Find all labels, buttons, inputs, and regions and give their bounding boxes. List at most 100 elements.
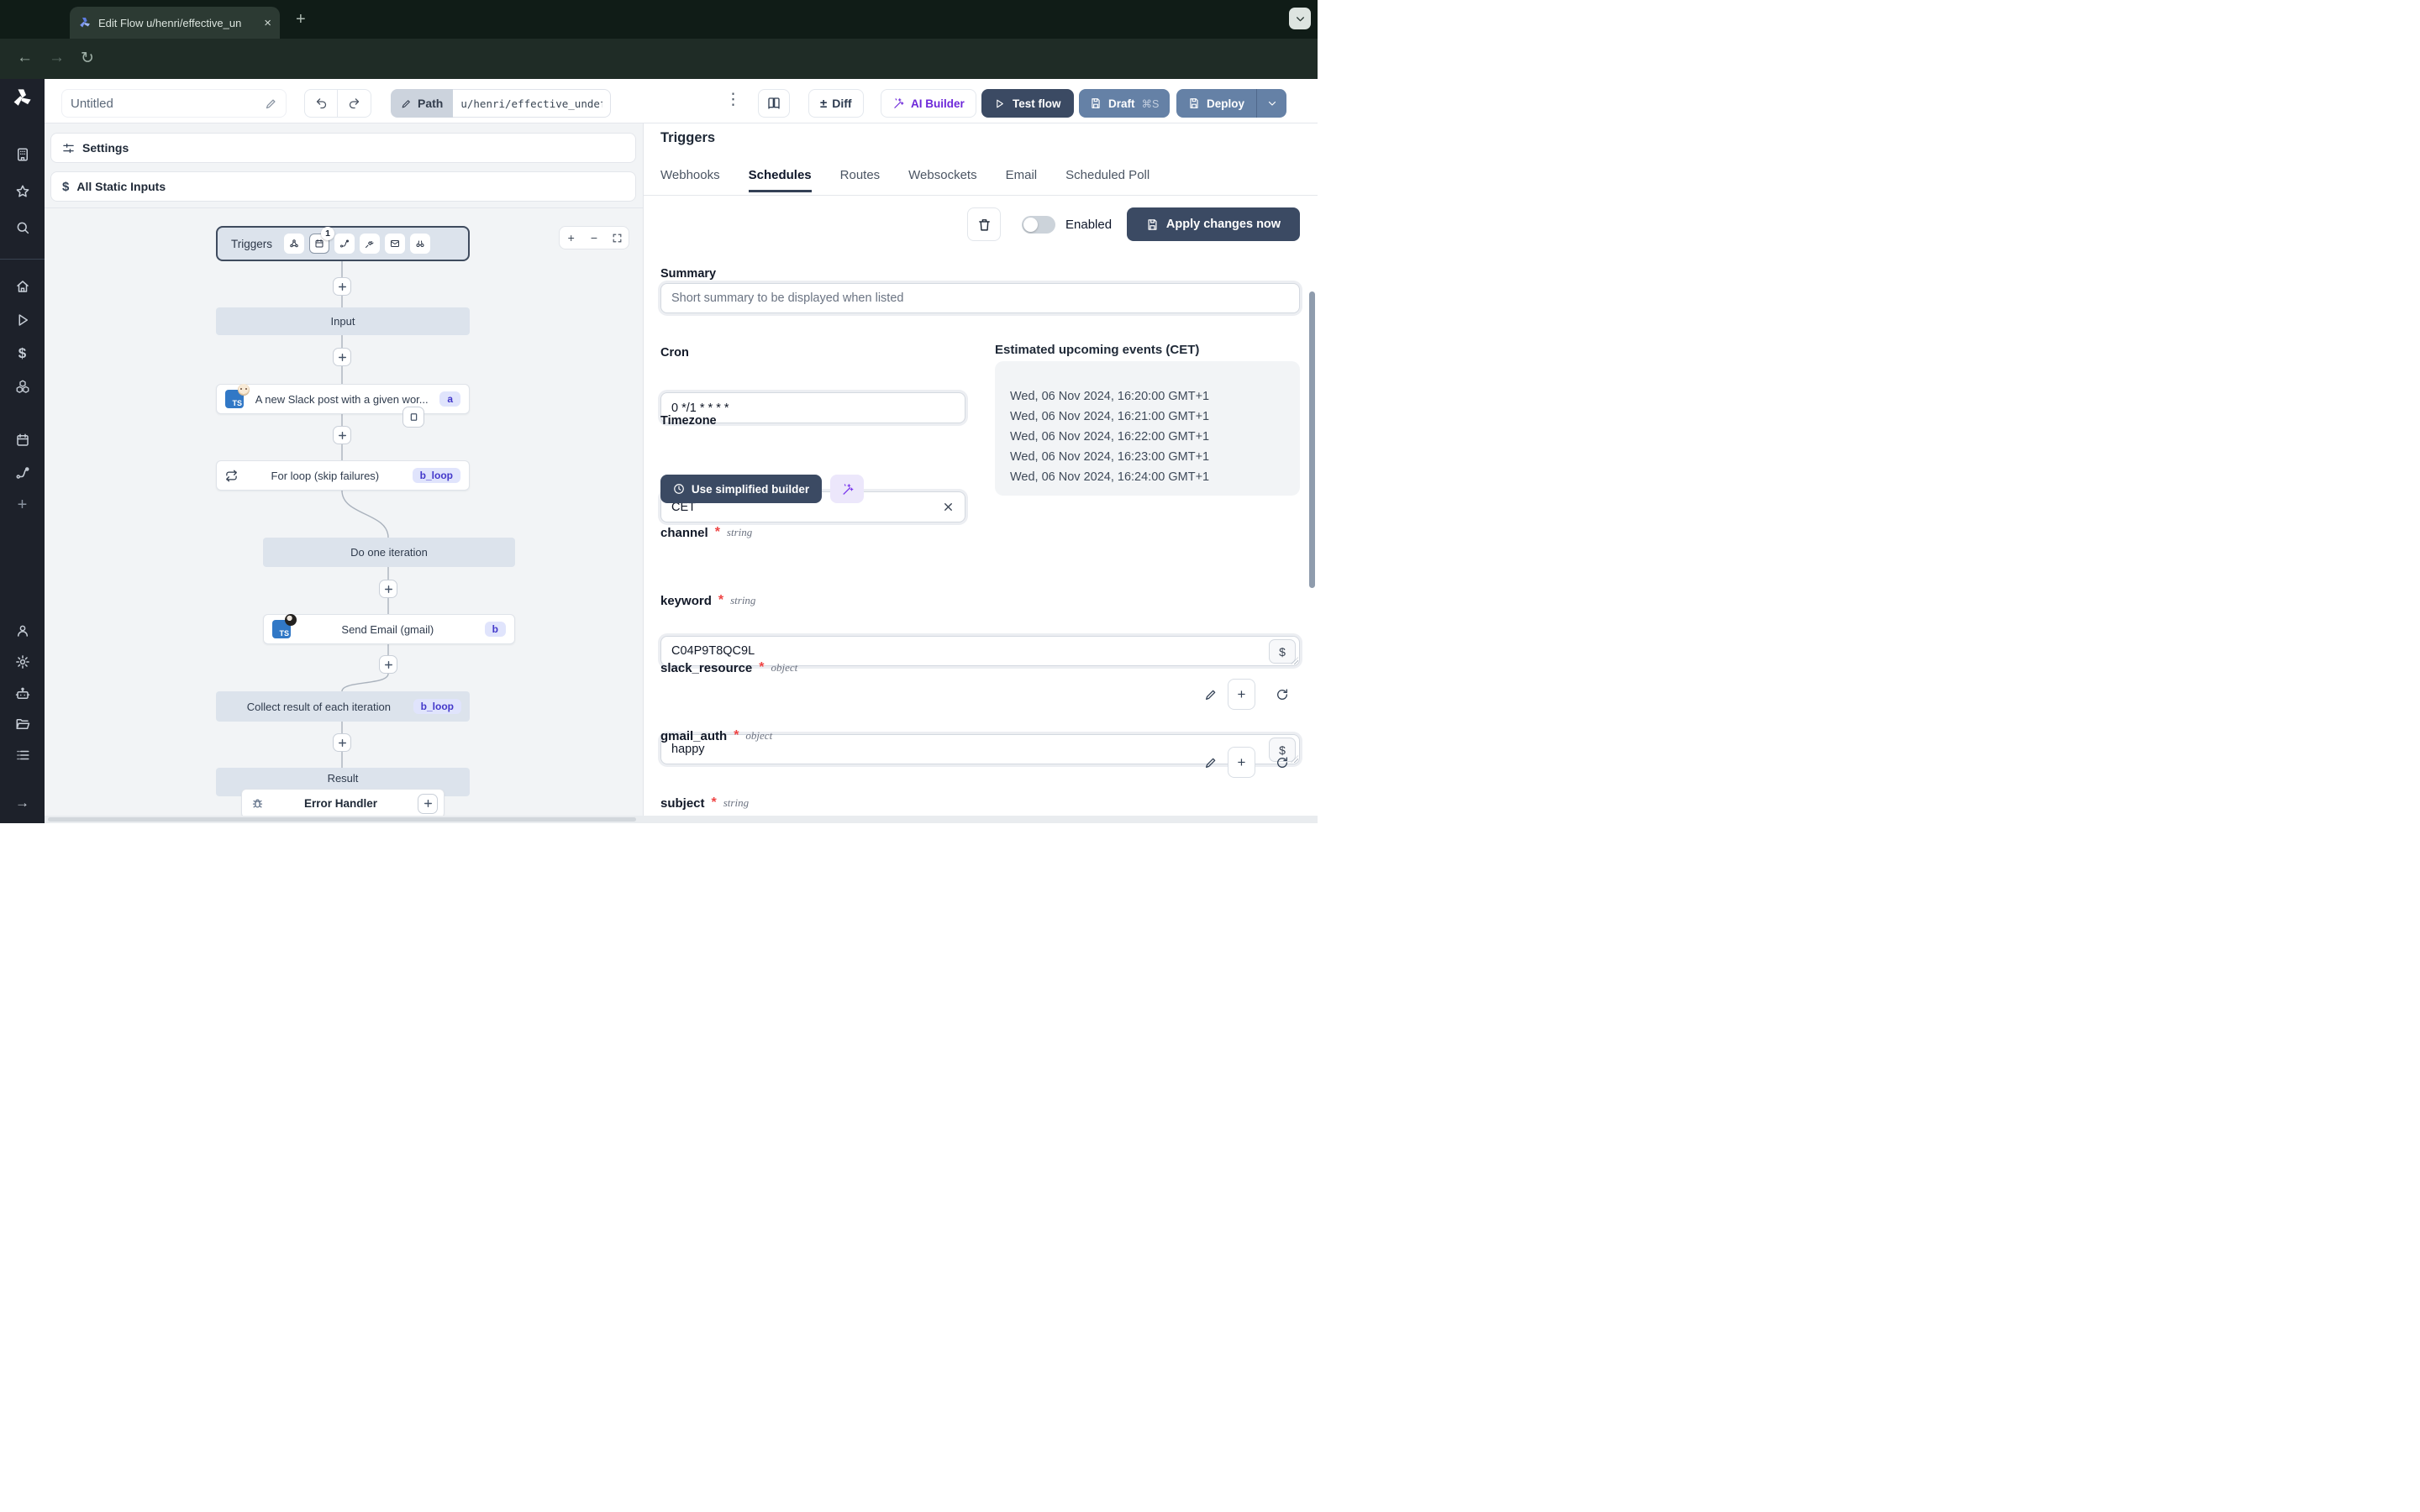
redo-button[interactable] xyxy=(338,90,371,117)
sidebar-item-routes[interactable] xyxy=(0,465,45,480)
summary-input[interactable] xyxy=(671,291,1289,305)
add-error-handler-button[interactable] xyxy=(418,793,438,814)
early-stop-button[interactable] xyxy=(402,407,424,428)
sidebar-item-folders[interactable] xyxy=(0,717,45,732)
delete-schedule-button[interactable] xyxy=(967,207,1001,241)
back-button[interactable]: ← xyxy=(17,49,33,67)
horizontal-scrollbar[interactable] xyxy=(45,816,1318,823)
forward-button[interactable]: → xyxy=(49,49,65,67)
do-one-iteration-node[interactable]: Do one iteration xyxy=(263,538,515,567)
enabled-toggle[interactable] xyxy=(1022,216,1055,234)
sidebar-item-favorites[interactable] xyxy=(0,184,45,199)
refresh-resource-button[interactable] xyxy=(1272,753,1292,773)
trigger-websocket-icon[interactable] xyxy=(360,234,381,254)
tab-close-icon[interactable]: × xyxy=(264,16,271,30)
trigger-schedule-icon[interactable]: 1 xyxy=(309,227,335,254)
sidebar-item-users[interactable] xyxy=(0,623,45,638)
sidebar-item-resources[interactable] xyxy=(0,379,45,394)
sidebar-item-schedules[interactable] xyxy=(0,433,45,448)
input-node[interactable]: Input xyxy=(216,307,470,335)
add-resource-button[interactable]: + xyxy=(1228,679,1255,710)
new-tab-button[interactable]: + xyxy=(296,11,306,28)
sidebar-item-logs[interactable] xyxy=(0,748,45,763)
event-row: Wed, 06 Nov 2024, 16:24:00 GMT+1 xyxy=(1010,470,1210,484)
fullscreen-button[interactable] xyxy=(606,227,629,249)
slack-step-node[interactable]: TS A new Slack post with a given wor... … xyxy=(216,384,470,414)
sidebar-item-settings[interactable] xyxy=(0,654,45,669)
keyword-input[interactable] xyxy=(671,743,1289,756)
more-options-icon[interactable]: ⋮ xyxy=(725,90,741,109)
scrollbar-thumb[interactable] xyxy=(48,817,636,822)
deploy-button[interactable]: Deploy xyxy=(1176,89,1287,118)
add-resource-button[interactable]: + xyxy=(1228,747,1255,778)
trash-icon xyxy=(977,218,992,232)
undo-button[interactable] xyxy=(305,90,338,117)
sidebar-item-runs[interactable] xyxy=(0,312,45,328)
pencil-icon xyxy=(265,97,277,110)
error-handler-node[interactable]: Error Handler xyxy=(241,789,445,818)
forloop-node[interactable]: For loop (skip failures) b_loop xyxy=(216,460,470,491)
channel-input[interactable] xyxy=(671,644,1289,658)
draft-button[interactable]: Draft ⌘S xyxy=(1079,89,1171,118)
test-flow-button[interactable]: Test flow xyxy=(981,89,1074,118)
sidebar-item-add[interactable]: + xyxy=(0,496,45,515)
tab-scheduled-poll[interactable]: Scheduled Poll xyxy=(1065,168,1150,192)
trigger-poll-icon[interactable] xyxy=(410,234,431,254)
sidebar-item-search[interactable] xyxy=(0,220,45,235)
flow-name-input[interactable] xyxy=(71,96,265,111)
windmill-logo-icon[interactable] xyxy=(0,87,45,109)
settings-card[interactable]: Settings xyxy=(50,133,636,163)
tab-websockets[interactable]: Websockets xyxy=(908,168,976,192)
tab-schedules[interactable]: Schedules xyxy=(748,168,812,192)
ai-builder-button[interactable]: AI Builder xyxy=(881,89,976,118)
vertical-scrollbar[interactable] xyxy=(1309,291,1315,588)
add-step-button[interactable] xyxy=(333,277,351,296)
reload-button[interactable]: ↻ xyxy=(81,49,94,68)
clear-icon[interactable] xyxy=(942,501,955,513)
resize-handle[interactable] xyxy=(1291,657,1298,664)
sidebar-item-workspace[interactable] xyxy=(0,147,45,162)
add-step-button[interactable] xyxy=(333,348,351,366)
deploy-dropdown-button[interactable] xyxy=(1256,89,1286,118)
sidebar-item-variables[interactable]: $ xyxy=(0,345,45,362)
cron-input[interactable] xyxy=(671,401,955,415)
deploy-main[interactable]: Deploy xyxy=(1176,89,1256,118)
diff-button[interactable]: ± Diff xyxy=(808,89,864,118)
zoom-out-button[interactable]: − xyxy=(582,227,605,249)
ai-cron-button[interactable] xyxy=(830,475,864,503)
triggers-node[interactable]: Triggers 1 xyxy=(216,226,470,261)
add-step-button[interactable] xyxy=(333,733,351,752)
path-chip[interactable]: Path xyxy=(391,89,454,118)
trigger-webhook-icon[interactable] xyxy=(284,234,305,254)
refresh-resource-button[interactable] xyxy=(1272,685,1292,705)
edit-resource-button[interactable] xyxy=(1201,685,1221,705)
static-inputs-card[interactable]: $ All Static Inputs xyxy=(50,171,636,202)
summary-field[interactable] xyxy=(660,283,1300,313)
flow-graph-panel: Settings $ All Static Inputs Triggers 1 xyxy=(45,123,643,823)
docs-button[interactable] xyxy=(758,89,790,118)
tab-webhooks[interactable]: Webhooks xyxy=(660,168,720,192)
trigger-route-icon[interactable] xyxy=(334,234,355,254)
field-type: string xyxy=(723,796,750,809)
browser-tab[interactable]: Edit Flow u/henri/effective_un × xyxy=(70,7,280,39)
apply-changes-button[interactable]: Apply changes now xyxy=(1127,207,1300,241)
trigger-email-icon[interactable] xyxy=(385,234,406,254)
flow-name-field[interactable] xyxy=(61,89,287,118)
summary-label: Summary xyxy=(660,267,717,281)
sidebar-item-workers[interactable] xyxy=(0,686,45,701)
sidebar-item-home[interactable] xyxy=(0,279,45,294)
add-step-button[interactable] xyxy=(379,655,397,674)
tab-email[interactable]: Email xyxy=(1006,168,1038,192)
edit-resource-button[interactable] xyxy=(1201,753,1221,773)
tab-search-button[interactable] xyxy=(1289,8,1311,29)
send-email-node[interactable]: TS Send Email (gmail) b xyxy=(263,614,515,644)
tab-routes[interactable]: Routes xyxy=(840,168,881,192)
zoom-in-button[interactable]: + xyxy=(560,227,582,249)
path-input[interactable] xyxy=(453,89,612,118)
collect-result-node[interactable]: Collect result of each iteration b_loop xyxy=(216,691,470,722)
simplified-builder-button[interactable]: Use simplified builder xyxy=(660,475,822,503)
sidebar-expand-arrow[interactable]: → xyxy=(0,795,45,811)
add-step-button[interactable] xyxy=(379,580,397,598)
flow-canvas[interactable]: Triggers 1 + − Input TS A new Slack post… xyxy=(45,207,643,823)
add-step-button[interactable] xyxy=(333,426,351,444)
